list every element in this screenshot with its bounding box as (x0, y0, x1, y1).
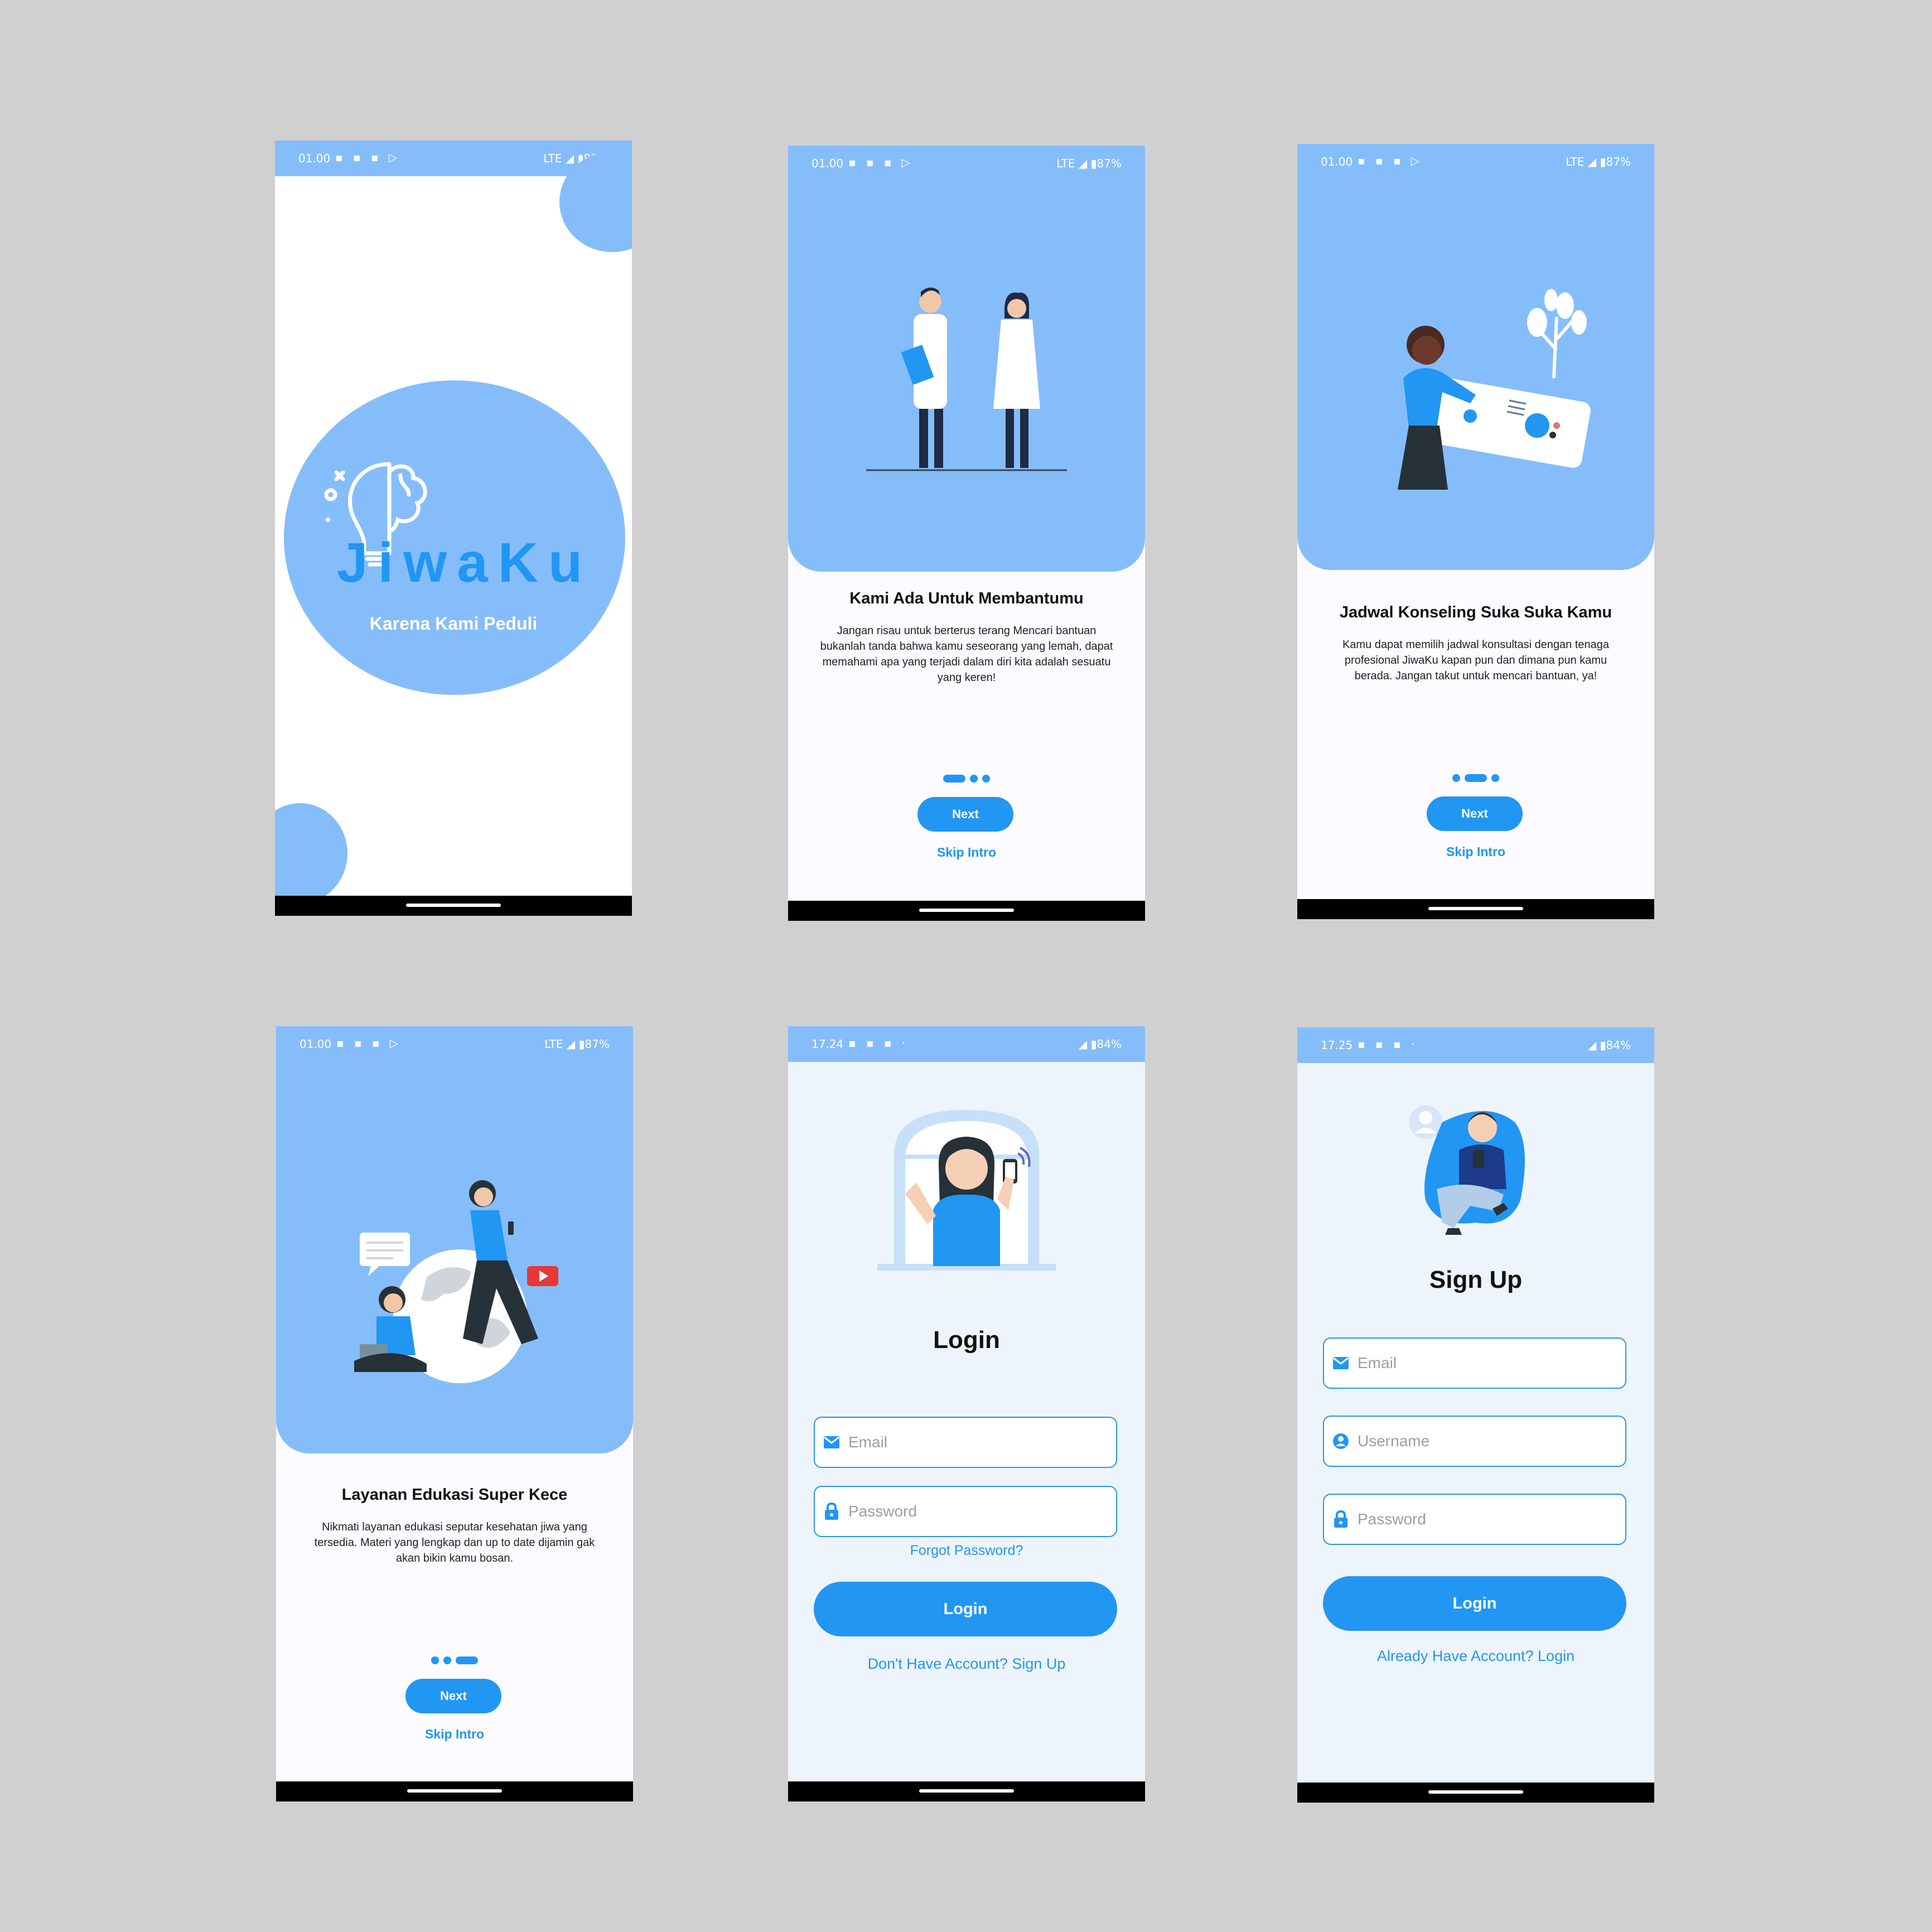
nav-bar (788, 901, 1145, 921)
education-illustration (354, 1180, 558, 1383)
home-gesture-bar[interactable] (407, 1789, 502, 1793)
notification-icons: ▪ ▪ ▪ ▷ (335, 151, 401, 164)
next-button[interactable]: Next (1427, 796, 1523, 831)
status-right: ◢ ▮84% (1078, 1037, 1122, 1051)
page-indicator (1297, 773, 1654, 782)
page-dot-1 (943, 774, 965, 783)
nav-bar (1297, 1783, 1654, 1803)
notification-icons: ▪ ▪ ▪ ▷ (1358, 154, 1423, 167)
email-field[interactable]: Email (1323, 1337, 1626, 1389)
status-time: 01.00 (298, 152, 331, 165)
slide-description: Jangan risau untuk berterus terang Menca… (820, 625, 1113, 684)
next-button[interactable]: Next (405, 1679, 501, 1713)
status-bar: 17.24 ▪ ▪ ▪ · ◢ ▮84% (788, 1026, 1145, 1062)
status-time: 01.00 (300, 1037, 332, 1051)
username-field[interactable]: Username (1323, 1416, 1626, 1467)
login-link[interactable]: Already Have Account? Login (1297, 1648, 1654, 1665)
status-time: 17.24 (812, 1037, 844, 1051)
app-tagline: Karena Kami Peduli (369, 614, 538, 634)
mail-icon (815, 1436, 848, 1449)
password-field[interactable]: Password (1323, 1494, 1626, 1545)
notification-icons: ▪ ▪ ▪ · (1358, 1037, 1418, 1051)
onboarding-screen-1: 01.00 ▪ ▪ ▪ ▷ LTE ◢ ▮87% Kami Ada Untuk … (788, 146, 1145, 921)
email-placeholder: Email (1358, 1354, 1397, 1371)
status-right: LTE ◢ ▮87% (544, 1037, 610, 1051)
page-dot-3 (1491, 774, 1499, 782)
page-dot-2 (970, 774, 978, 783)
home-gesture-bar[interactable] (406, 904, 501, 907)
forgot-password-link[interactable]: Forgot Password? (788, 1543, 1145, 1559)
status-right: LTE ◢ ▮87% (1056, 157, 1122, 170)
page-dot-3 (456, 1656, 478, 1664)
hero-panel (1297, 144, 1654, 570)
home-gesture-bar[interactable] (1428, 1790, 1523, 1794)
slide-title: Jadwal Konseling Suka Suka Kamu (1339, 603, 1612, 621)
email-field[interactable]: Email (814, 1417, 1117, 1468)
signup-title: Sign Up (1429, 1266, 1523, 1293)
skip-intro-link[interactable]: Skip Intro (1297, 844, 1654, 859)
status-time: 01.00 (812, 157, 844, 170)
login-screen: 17.24 ▪ ▪ ▪ · ◢ ▮84% Login Email Passwor… (788, 1026, 1145, 1801)
page-dot-2 (443, 1656, 451, 1664)
hero-panel (276, 1026, 633, 1453)
lock-icon (1324, 1510, 1358, 1528)
nav-bar (788, 1781, 1145, 1801)
signup-illustration (1409, 1105, 1525, 1235)
doctors-illustration (866, 287, 1067, 471)
status-time: 01.00 (1321, 155, 1353, 168)
status-right: LTE ◢ ▮87% (1566, 155, 1631, 168)
home-gesture-bar[interactable] (919, 1789, 1014, 1793)
app-logo-text: JiwaKu (336, 532, 593, 594)
page-dot-2 (1465, 774, 1487, 782)
onboarding-screen-2: 01.00 ▪ ▪ ▪ ▷ LTE ◢ ▮87% Jadwal Konselin… (1297, 144, 1654, 919)
password-field[interactable]: Password (814, 1486, 1117, 1537)
mail-icon (1324, 1356, 1358, 1370)
status-bar: 17.25 ▪ ▪ ▪ · ◢ ▮84% (1297, 1027, 1654, 1063)
page-dot-3 (982, 774, 990, 783)
notification-icons: ▪ ▪ ▪ · (848, 1036, 909, 1050)
hero-panel (788, 146, 1145, 572)
skip-intro-link[interactable]: Skip Intro (276, 1727, 633, 1742)
slide-title: Layanan Edukasi Super Kece (341, 1486, 568, 1504)
next-button[interactable]: Next (917, 797, 1013, 832)
page-dot-1 (1452, 774, 1460, 782)
notification-icons: ▪ ▪ ▪ ▷ (848, 156, 914, 169)
login-button[interactable]: Login (814, 1582, 1117, 1636)
skip-intro-link[interactable]: Skip Intro (788, 845, 1145, 860)
signup-link[interactable]: Don't Have Account? Sign Up (788, 1655, 1145, 1673)
status-bar: 01.00 ▪ ▪ ▪ ▷ LTE ◢ ▮87% (1297, 144, 1654, 180)
page-indicator (276, 1655, 633, 1664)
schedule-illustration (1398, 289, 1591, 490)
notification-icons: ▪ ▪ ▪ ▷ (336, 1036, 402, 1050)
status-time: 17.25 (1321, 1039, 1353, 1052)
email-placeholder: Email (848, 1433, 888, 1451)
slide-title: Kami Ada Untuk Membantumu (849, 590, 1084, 607)
account-circle-icon (1324, 1433, 1358, 1450)
nav-bar (1297, 899, 1654, 919)
page-dot-1 (431, 1656, 439, 1664)
status-right: ◢ ▮84% (1587, 1039, 1631, 1052)
signup-submit-button[interactable]: Login (1323, 1576, 1626, 1631)
home-gesture-bar[interactable] (1428, 907, 1523, 910)
nav-bar (275, 896, 632, 916)
signup-screen: 17.25 ▪ ▪ ▪ · ◢ ▮84% Sign Up Email Usern… (1297, 1027, 1654, 1803)
onboarding-screen-3: 01.00 ▪ ▪ ▪ ▷ LTE ◢ ▮87% Layanan Edukasi… (276, 1026, 633, 1801)
password-placeholder: Password (848, 1503, 917, 1520)
username-placeholder: Username (1358, 1432, 1430, 1450)
login-illustration (877, 1110, 1056, 1271)
login-title: Login (933, 1326, 1000, 1354)
status-bar: 01.00 ▪ ▪ ▪ ▷ LTE ◢ ▮87% (788, 146, 1145, 181)
status-bar: 01.00 ▪ ▪ ▪ ▷ LTE ◢ ▮87% (276, 1026, 633, 1062)
slide-description: Kamu dapat memilih jadwal konsultasi den… (1342, 639, 1610, 682)
home-gesture-bar[interactable] (919, 909, 1014, 912)
lock-icon (815, 1503, 848, 1520)
page-indicator (788, 774, 1145, 783)
splash-screen: 01.00 ▪ ▪ ▪ ▷ LTE ◢ ▮87% JiwaKu Karena K… (275, 141, 632, 916)
decor-circle-bottom (275, 803, 347, 904)
nav-bar (276, 1781, 633, 1801)
slide-description: Nikmati layanan edukasi seputar kesehata… (314, 1521, 595, 1564)
password-placeholder: Password (1358, 1510, 1426, 1528)
